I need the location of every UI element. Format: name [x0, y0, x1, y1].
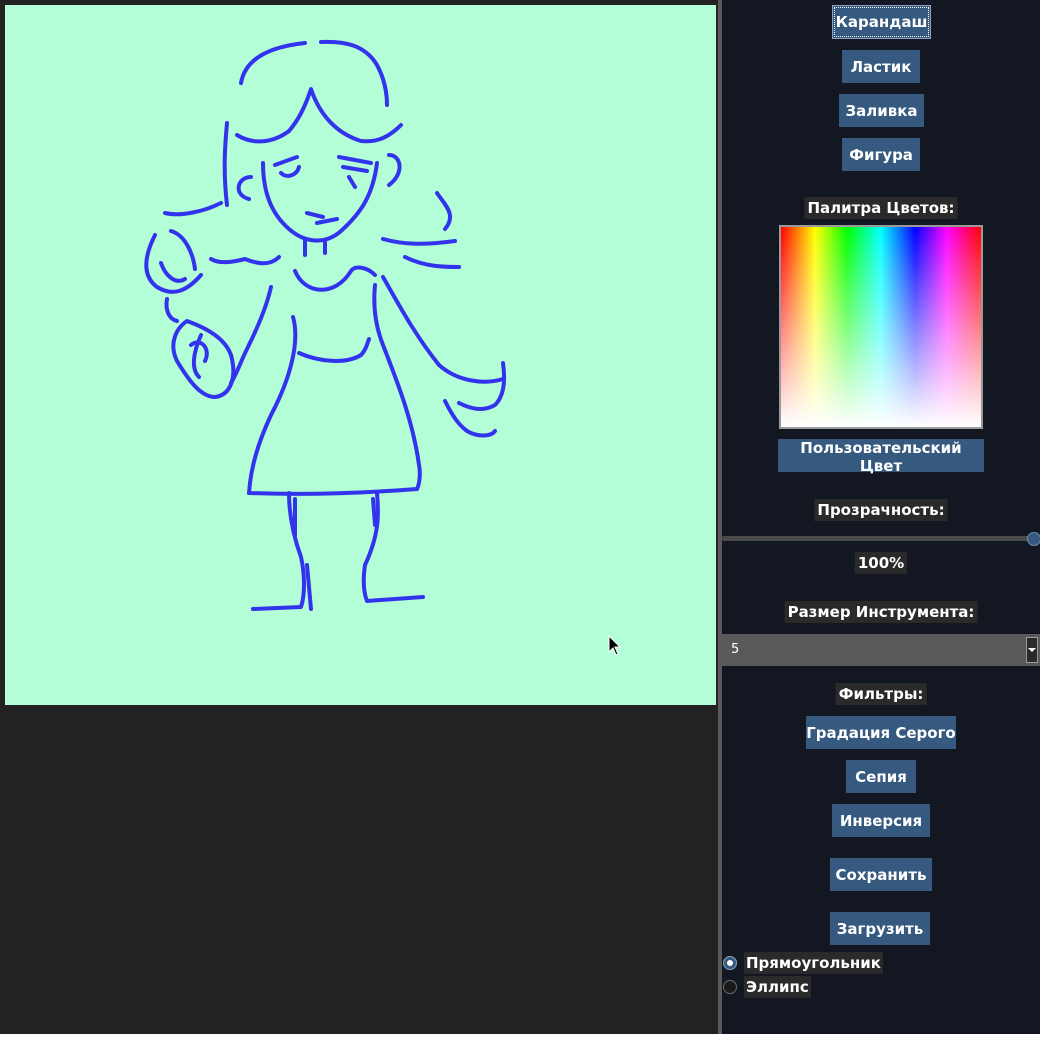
opacity-slider-track[interactable]	[722, 536, 1034, 541]
grayscale-filter-button[interactable]: Градация Серого	[806, 716, 956, 749]
ellipse-option[interactable]: Эллипс	[722, 976, 811, 998]
ellipse-label: Эллипс	[744, 976, 811, 998]
ellipse-radio[interactable]	[723, 980, 737, 994]
drawing-strokes	[144, 39, 506, 611]
tool-size-value: 5	[731, 642, 740, 657]
eraser-tool-button[interactable]: Ластик	[842, 50, 920, 83]
color-palette-picker[interactable]	[779, 225, 983, 429]
opacity-slider-handle[interactable]	[1027, 532, 1040, 546]
palette-label: Палитра Цветов:	[804, 197, 958, 219]
filters-label: Фильтры:	[835, 683, 927, 705]
tool-size-label: Размер Инструмента:	[784, 601, 978, 623]
rectangle-label: Прямоугольник	[744, 952, 883, 974]
chevron-down-icon[interactable]	[1026, 637, 1038, 663]
sepia-filter-button[interactable]: Сепия	[846, 760, 916, 793]
tool-panel: Карандаш Ластик Заливка Фигура Палитра Ц…	[722, 0, 1040, 1034]
tool-size-select[interactable]: 5	[722, 634, 1040, 666]
paint-app-window: Карандаш Ластик Заливка Фигура Палитра Ц…	[0, 0, 1040, 1034]
rectangle-option[interactable]: Прямоугольник	[722, 952, 883, 974]
opacity-value: 100%	[854, 552, 908, 574]
custom-color-button[interactable]: Пользовательский Цвет	[778, 439, 984, 475]
save-button[interactable]: Сохранить	[830, 858, 932, 891]
canvas-workspace	[0, 0, 720, 1034]
invert-filter-button[interactable]: Инверсия	[832, 804, 930, 837]
load-button[interactable]: Загрузить	[830, 912, 930, 945]
opacity-label: Прозрачность:	[814, 499, 948, 521]
fill-tool-button[interactable]: Заливка	[839, 94, 924, 127]
drawing-canvas[interactable]	[5, 5, 716, 705]
arrow-cursor-icon	[608, 635, 622, 657]
pencil-tool-button[interactable]: Карандаш	[832, 5, 931, 39]
shape-tool-button[interactable]: Фигура	[842, 138, 920, 171]
rectangle-radio[interactable]	[723, 956, 737, 970]
